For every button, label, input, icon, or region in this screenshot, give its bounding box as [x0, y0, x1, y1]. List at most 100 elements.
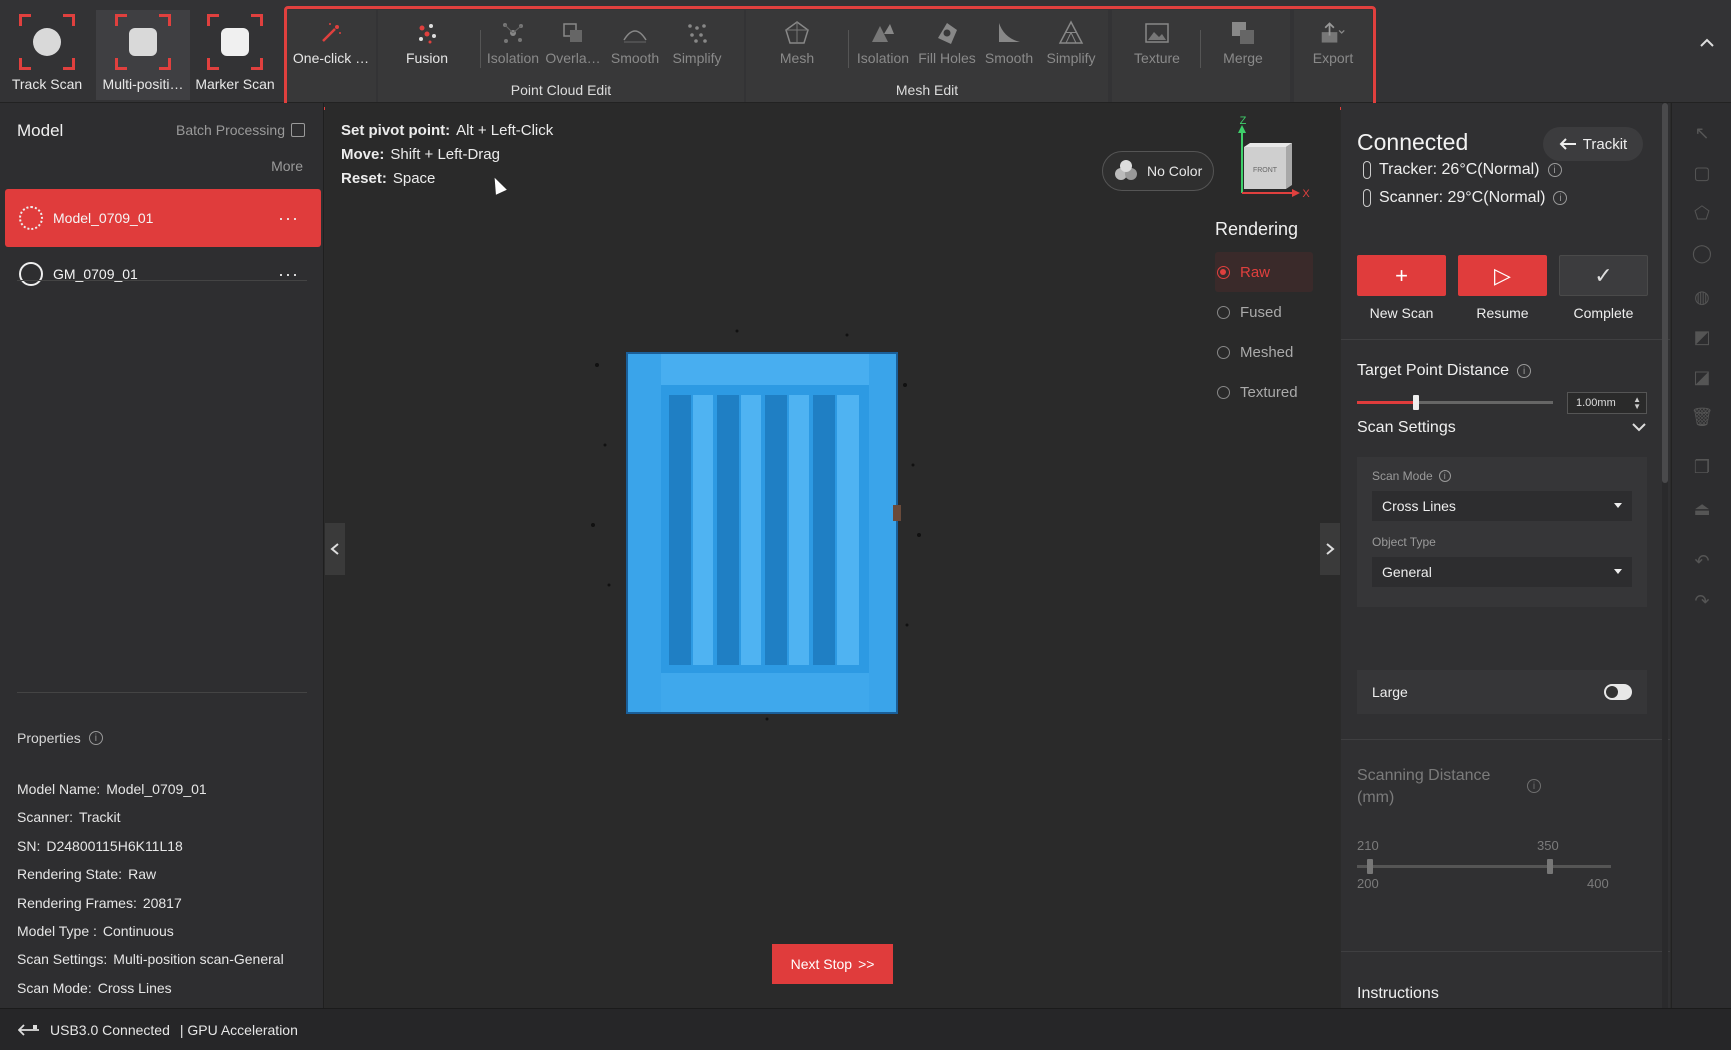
- magic-wand-icon: [318, 20, 344, 46]
- copy-icon[interactable]: ❐: [1692, 457, 1712, 477]
- large-toggle[interactable]: [1604, 684, 1632, 700]
- complete-button[interactable]: ✓: [1559, 255, 1648, 296]
- smooth-icon: [622, 20, 648, 46]
- x-axis-label: X: [1302, 188, 1310, 200]
- fusion-label: Fusion: [405, 50, 449, 66]
- info-icon[interactable]: i: [88, 731, 103, 745]
- batch-processing-label: Batch Processing: [176, 122, 285, 138]
- info-icon[interactable]: i: [1517, 364, 1532, 378]
- property-row: SN: D24800115H6K11L18: [17, 837, 183, 854]
- info-icon[interactable]: i: [1547, 163, 1562, 177]
- rectangle-select-icon[interactable]: ▢: [1692, 163, 1712, 183]
- one-click-group: One-click …: [286, 10, 376, 102]
- device-trackit-button[interactable]: Trackit: [1543, 127, 1643, 161]
- pc-simplify-label: Simplify: [672, 50, 722, 66]
- resume-label: Resume: [1476, 305, 1529, 321]
- mesh-simplify-tool[interactable]: Simplify: [1040, 16, 1102, 76]
- lasso-select-icon[interactable]: ◯: [1692, 243, 1712, 263]
- next-stop-button[interactable]: Next Stop >>: [772, 944, 893, 984]
- usb-icon: [18, 1023, 39, 1036]
- 3d-viewport[interactable]: Set pivot point: Alt + Left-Click Move: Sh…: [325, 103, 1340, 1008]
- pc-simplify-tool[interactable]: Simplify: [666, 16, 728, 76]
- point-cloud-edit-group: Fusion Isolation Overla… Smooth Simplify…: [378, 10, 744, 102]
- rendering-meshed-radio[interactable]: Meshed: [1215, 332, 1313, 372]
- info-icon[interactable]: i: [1438, 470, 1451, 482]
- pc-isolation-tool[interactable]: Isolation: [482, 16, 544, 76]
- model-list-item[interactable]: GM_0709_01 ···: [5, 245, 321, 303]
- mesh-tool[interactable]: Mesh: [766, 16, 828, 76]
- mesh-isolation-tool[interactable]: Isolation: [852, 16, 914, 76]
- gpu-status: | GPU Acceleration: [179, 1021, 298, 1038]
- undo-icon[interactable]: ↶: [1692, 551, 1712, 571]
- invert-select-icon[interactable]: ◪: [1692, 367, 1712, 387]
- collapse-right-panel-chevron-right-icon[interactable]: [1320, 523, 1340, 575]
- point-cloud-icon: [19, 206, 43, 230]
- one-click-tool[interactable]: One-click …: [293, 16, 369, 76]
- target-point-distance-input[interactable]: 1.00mm ▲ ▼: [1567, 392, 1647, 414]
- property-row: Model Type : Continuous: [17, 922, 174, 939]
- play-icon: ▷: [1494, 262, 1511, 288]
- info-icon[interactable]: i: [1553, 191, 1568, 205]
- target-point-distance-slider[interactable]: [1357, 395, 1553, 410]
- track-scan-button[interactable]: Track Scan: [0, 10, 94, 100]
- info-icon[interactable]: i: [1527, 779, 1541, 793]
- export-label: Export: [1312, 50, 1354, 66]
- mesh-smooth-tool[interactable]: Smooth: [978, 16, 1040, 76]
- complete-label: Complete: [1573, 305, 1634, 321]
- merge-tool[interactable]: Merge: [1212, 16, 1274, 76]
- polygon-select-icon[interactable]: ⬠: [1692, 203, 1712, 223]
- pc-isolation-label: Isolation: [486, 50, 540, 66]
- scan-settings-title: Scan Settings: [1357, 419, 1456, 436]
- scan-mode-select[interactable]: Cross Lines: [1372, 491, 1632, 521]
- collapse-toolbar-chevron-up-icon[interactable]: [1699, 32, 1715, 53]
- redo-icon[interactable]: ↷: [1692, 591, 1712, 611]
- pc-smooth-tool[interactable]: Smooth: [604, 16, 666, 76]
- instructions-title[interactable]: Instructions: [1357, 985, 1439, 1003]
- rendering-textured-radio[interactable]: Textured: [1215, 372, 1313, 412]
- scrollbar-thumb[interactable]: [1662, 103, 1668, 483]
- hint-pivot: Set pivot point: Alt + Left-Click: [341, 122, 554, 139]
- delete-icon[interactable]: 🗑: [1691, 407, 1714, 427]
- scan-mode-label: Scan Mode i: [1372, 469, 1451, 483]
- texture-tool[interactable]: Texture: [1126, 16, 1188, 76]
- fill-holes-icon: [934, 20, 960, 46]
- more-button[interactable]: More: [271, 158, 303, 174]
- rendering-options: Rendering Raw Fused Meshed Textured: [1215, 219, 1313, 412]
- overlap-tool[interactable]: Overla…: [542, 16, 604, 76]
- scan-settings-chevron-down-icon[interactable]: [1631, 419, 1647, 437]
- no-color-toggle[interactable]: No Color: [1102, 151, 1214, 191]
- marker-scan-button[interactable]: Marker Scan: [188, 10, 282, 100]
- export-tool[interactable]: Export: [1302, 16, 1364, 76]
- rendering-raw-radio[interactable]: Raw: [1215, 252, 1313, 292]
- object-type-select[interactable]: General: [1372, 557, 1632, 587]
- view-cube-face-label: FRONT: [1253, 167, 1278, 174]
- collapse-left-panel-chevron-left-icon[interactable]: [325, 523, 345, 575]
- resume-button[interactable]: ▷: [1458, 255, 1547, 296]
- fill-holes-tool[interactable]: Fill Holes: [916, 16, 978, 76]
- mesh-isolation-label: Isolation: [856, 50, 910, 66]
- spinner-arrows-icon[interactable]: ▲ ▼: [1633, 396, 1641, 411]
- model-more-options-icon[interactable]: ···: [278, 264, 299, 285]
- rendering-fused-radio[interactable]: Fused: [1215, 292, 1313, 332]
- right-panel-scrollbar[interactable]: [1662, 103, 1668, 1008]
- model-more-options-icon[interactable]: ···: [278, 208, 299, 229]
- back-arrow-icon: [1559, 138, 1576, 150]
- brush-select-icon[interactable]: ◍: [1692, 287, 1712, 307]
- scanned-model-render[interactable]: [587, 325, 927, 725]
- multi-position-scan-label: Multi-positi…: [102, 76, 184, 92]
- stamp-icon[interactable]: ⏏: [1692, 499, 1712, 519]
- properties-list: Model Name: Model_0709_01 Scanner: Trackit…: [17, 775, 284, 1002]
- model-list-item[interactable]: Model_0709_01 ···: [5, 189, 321, 247]
- multi-position-scan-button[interactable]: Multi-positi…: [96, 10, 190, 100]
- multi-position-scan-icon: [115, 14, 171, 70]
- double-chevron-right-icon: >>: [858, 956, 875, 972]
- marker-scan-label: Marker Scan: [195, 76, 275, 92]
- select-arrow-icon[interactable]: ↖: [1692, 123, 1712, 143]
- marker-scan-icon: [207, 14, 263, 70]
- new-scan-button[interactable]: +: [1357, 255, 1446, 296]
- fusion-tool[interactable]: Fusion: [396, 16, 458, 76]
- plane-select-icon[interactable]: ◩: [1692, 327, 1712, 347]
- batch-processing-button[interactable]: Batch Processing: [176, 122, 305, 138]
- view-cube[interactable]: FRONT Z X: [1230, 115, 1310, 205]
- scanning-distance-slider[interactable]: [1357, 859, 1611, 874]
